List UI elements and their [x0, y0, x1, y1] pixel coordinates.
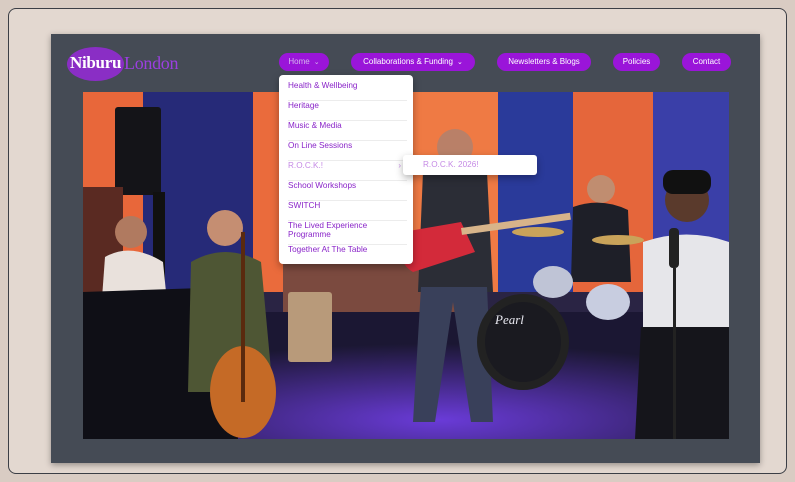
menu-item-together-at-the-table[interactable]: Together At The Table	[288, 245, 407, 263]
menu-item-label: Heritage	[288, 101, 319, 110]
logo-text-niburu: Niburu	[70, 53, 122, 72]
drum-brand-logo: Pearl	[494, 312, 524, 327]
site-logo[interactable]: Niburu London	[67, 46, 187, 81]
cymbal	[512, 227, 564, 237]
amplifier	[288, 292, 332, 362]
nav-policies-label: Policies	[622, 57, 651, 66]
tom-drum	[533, 266, 573, 298]
menu-item-label: Health & Wellbeing	[288, 81, 358, 90]
menu-item-music-media[interactable]: Music & Media	[288, 121, 407, 141]
menu-item-label: Music & Media	[288, 121, 342, 130]
menu-item-heritage[interactable]: Heritage	[288, 101, 407, 121]
menu-item-health-wellbeing[interactable]: Health & Wellbeing	[288, 81, 407, 101]
menu-item-switch[interactable]: SWITCH	[288, 201, 407, 221]
nav-collaborations-funding[interactable]: Collaborations & Funding ⌄	[351, 53, 475, 71]
nav-home-label: Home	[288, 57, 310, 66]
menu-item-label: On Line Sessions	[288, 141, 353, 150]
nav-home[interactable]: Home ⌄	[279, 53, 329, 71]
nav-newsletters-label: Newsletters & Blogs	[508, 57, 580, 66]
submenu-item-rock-2026[interactable]: R.O.C.K. 2026!	[423, 160, 479, 169]
singer	[643, 234, 729, 332]
menu-item-label: R.O.C.K.!	[288, 161, 324, 170]
nav-newsletters-blogs[interactable]: Newsletters & Blogs	[497, 53, 591, 71]
menu-item-label: SWITCH	[288, 201, 321, 210]
nav-collaborations-label: Collaborations & Funding	[363, 57, 453, 66]
menu-item-online-sessions[interactable]: On Line Sessions	[288, 141, 407, 161]
nav-contact[interactable]: Contact	[682, 53, 731, 71]
menu-item-rock[interactable]: R.O.C.K.! ›	[288, 161, 407, 181]
chevron-down-icon: ⌄	[313, 59, 320, 66]
singer-headwrap	[663, 170, 711, 194]
microphone	[669, 228, 679, 268]
chevron-down-icon: ⌄	[456, 59, 463, 66]
menu-item-label: Together At The Table	[288, 245, 368, 254]
nav-contact-label: Contact	[692, 57, 721, 66]
home-dropdown-menu: Health & Wellbeing Heritage Music & Medi…	[279, 75, 413, 264]
menu-item-school-workshops[interactable]: School Workshops	[288, 181, 407, 201]
nav-policies[interactable]: Policies	[613, 53, 660, 71]
menu-item-lived-experience[interactable]: The Lived Experience Programme	[288, 221, 407, 245]
menu-item-label: School Workshops	[288, 181, 357, 190]
logo-text-london: London	[124, 53, 179, 73]
chevron-right-icon: ›	[398, 161, 401, 170]
speaker	[115, 107, 161, 195]
rock-submenu: R.O.C.K. 2026!	[403, 155, 537, 175]
blue-wall-panel	[498, 92, 573, 292]
menu-item-label: The Lived Experience Programme	[288, 221, 368, 239]
